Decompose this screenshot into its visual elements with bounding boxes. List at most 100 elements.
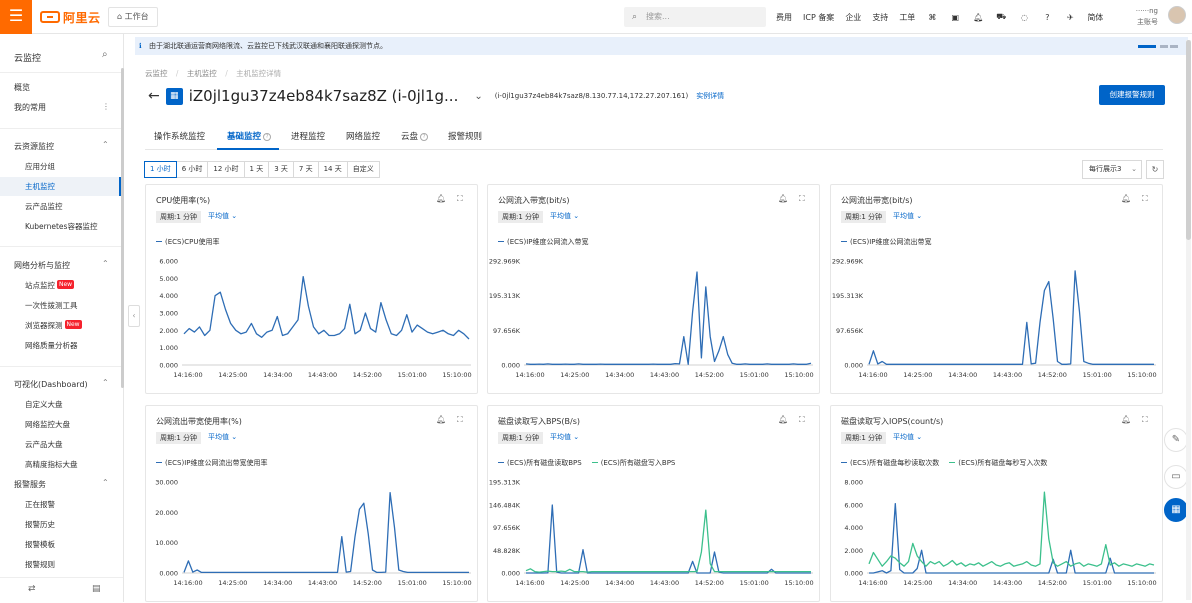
bell-icon[interactable]: 🔔︎ (436, 415, 446, 424)
sidebar-item-network-dashboard[interactable]: 网络监控大盘 (25, 419, 70, 430)
chart-plot[interactable]: 292.969K 195.313K 97.656K 0.00014:16:00 14:2… (488, 247, 821, 395)
aggregation-select[interactable]: 平均值 ⌄ (550, 432, 579, 442)
range-7d[interactable]: 7 天 (292, 161, 319, 178)
chevron-down-icon[interactable]: ⌄ (474, 91, 482, 102)
nav-support[interactable]: 支持 (872, 12, 888, 23)
create-alarm-rule-button[interactable]: 创建报警规则 (1099, 85, 1165, 105)
bell-icon[interactable]: 🔔︎ (778, 415, 788, 424)
sidebar-group-dashboard[interactable]: 可视化(Dashboard) (14, 379, 88, 390)
back-arrow-icon[interactable]: ← (148, 88, 160, 104)
sidebar-item-app-group[interactable]: 应用分组 (25, 161, 55, 172)
chevron-up-icon[interactable]: ⌃ (102, 259, 109, 268)
nav-billing[interactable]: 费用 (776, 12, 792, 23)
aggregation-select[interactable]: 平均值 ⌄ (893, 211, 922, 221)
chart-plot[interactable]: 8.000 6.000 4.000 2.000 0.00014:16:00 14:25:0… (831, 468, 1164, 603)
legend-item[interactable]: (ECS)CPU使用率 (156, 238, 219, 246)
range-custom[interactable]: 自定义 (346, 161, 380, 178)
legend-item[interactable]: (ECS)所有磁盘每秒读取次数 (841, 459, 939, 467)
tab-disk[interactable]: 云盘? (401, 130, 429, 142)
fullscreen-icon[interactable]: ⛶ (1142, 194, 1148, 204)
sidebar-item-cloud-product[interactable]: 云产品监控 (25, 201, 63, 212)
range-1d[interactable]: 1 天 (243, 161, 270, 178)
chevron-up-icon[interactable]: ⌃ (102, 378, 109, 387)
refresh-button[interactable]: ↻ (1146, 160, 1164, 179)
aggregation-select[interactable]: 平均值 ⌄ (550, 211, 579, 221)
sidebar-item-custom-dashboard[interactable]: 自定义大盘 (25, 399, 63, 410)
help-icon[interactable]: ? (1041, 13, 1053, 22)
fullscreen-icon[interactable]: ⛶ (457, 415, 463, 425)
breadcrumb-item[interactable]: 云监控 (145, 69, 168, 78)
page-scrollbar[interactable] (1186, 40, 1191, 600)
range-6h[interactable]: 6 小时 (175, 161, 209, 178)
sidebar-search-icon[interactable]: ⌕ (102, 49, 108, 60)
series-line[interactable] (869, 502, 1154, 574)
sidebar-group-resource[interactable]: 云资源监控 (14, 141, 54, 152)
series-line[interactable] (183, 491, 469, 574)
avatar[interactable] (1168, 6, 1186, 24)
sidebar-item-alarming[interactable]: 正在报警 (25, 499, 55, 510)
legend-item[interactable]: (ECS)IP维度公网流入带宽 (498, 238, 589, 246)
aggregation-select[interactable]: 平均值 ⌄ (208, 211, 237, 221)
bell-icon[interactable]: 🔔︎ (1121, 415, 1131, 424)
menu-icon[interactable]: ☰ (0, 0, 32, 34)
legend-item[interactable]: (ECS)所有磁盘读取BPS (498, 459, 582, 467)
cart-icon[interactable]: ⛟ (995, 12, 1007, 22)
sidebar-item-alarm-rules[interactable]: 报警规则 (25, 559, 55, 570)
sidebar-group-network[interactable]: 网络分析与监控 (14, 260, 70, 271)
cloud-shell-icon[interactable]: ⌘ (926, 13, 938, 22)
search-input[interactable]: ⌕ 搜索... (624, 7, 766, 27)
sidebar-item-overview[interactable]: 概览 (14, 82, 30, 93)
bell-icon[interactable]: 🔔︎ (972, 13, 984, 22)
chevron-up-icon[interactable]: ⌃ (102, 140, 109, 149)
more-icon[interactable]: ⋮ (102, 102, 110, 111)
legend-item[interactable]: (ECS)所有磁盘每秒写入次数 (949, 459, 1047, 467)
range-3d[interactable]: 3 天 (268, 161, 294, 178)
chat-button[interactable]: ▭ (1164, 465, 1188, 489)
range-14d[interactable]: 14 天 (317, 161, 348, 178)
range-1h[interactable]: 1 小时 (144, 161, 177, 178)
nav-enterprise[interactable]: 企业 (845, 12, 861, 23)
legend-item[interactable]: (ECS)IP维度公网流出带宽 (841, 238, 932, 246)
sidebar-item-alarm-history[interactable]: 报警历史 (25, 519, 55, 530)
tab-basic-monitor[interactable]: 基础监控? (227, 130, 272, 142)
bell-icon[interactable]: 🔔︎ (778, 194, 788, 203)
chart-plot[interactable]: 6.000 5.000 4.000 3.000 2.000 1.000 0.00014:16… (146, 247, 479, 395)
sidebar-item-host-monitor[interactable]: 主机监控 (25, 181, 55, 192)
rocket-icon[interactable]: ✈ (1064, 13, 1076, 22)
feedback-edit-button[interactable]: ✎ (1164, 428, 1188, 452)
nav-ticket[interactable]: 工单 (899, 12, 915, 23)
sidebar-item-product-dashboard[interactable]: 云产品大盘 (25, 439, 63, 450)
series-line[interactable] (525, 271, 812, 365)
chart-plot[interactable]: 195.313K 146.484K 97.656K 48.828K 0.00014:16… (488, 468, 821, 603)
legend-item[interactable]: (ECS)所有磁盘写入BPS (591, 459, 675, 467)
sidebar-item-alarm-template[interactable]: 报警模板 (25, 539, 55, 550)
apps-button[interactable]: ▦ (1164, 498, 1188, 522)
tab-alarm-rules[interactable]: 报警规则 (448, 130, 482, 142)
sidebar-group-alarm[interactable]: 报警服务 (14, 479, 46, 490)
banner-pager[interactable] (1138, 45, 1178, 48)
series-line[interactable] (868, 270, 1154, 365)
sidebar-item-browser-probe[interactable]: 浏览器探测 New (25, 320, 82, 331)
series-line[interactable] (183, 275, 470, 340)
sidebar-item-k8s[interactable]: Kubernetes容器监控 (25, 221, 97, 232)
breadcrumb-item[interactable]: 主机监控 (187, 69, 217, 78)
collapse-sidebar-button[interactable]: ‹ (128, 305, 140, 327)
language-switch[interactable]: 简体 (1087, 12, 1103, 23)
bell-icon[interactable]: 🔔︎ (1121, 194, 1131, 203)
doc-icon[interactable]: ▤ (92, 584, 101, 594)
fullscreen-icon[interactable]: ⛶ (799, 194, 805, 204)
chevron-up-icon[interactable]: ⌃ (102, 478, 109, 487)
fullscreen-icon[interactable]: ⛶ (1142, 415, 1148, 425)
instance-detail-link[interactable]: 实例详情 (696, 91, 724, 101)
bell-icon[interactable]: 🔔︎ (436, 194, 446, 203)
sidebar-item-hp-dashboard[interactable]: 高精度指标大盘 (25, 459, 78, 470)
workbench-button[interactable]: ⌂ 工作台 (108, 7, 158, 27)
series-line[interactable] (868, 491, 1155, 567)
sidebar-item-site-monitor[interactable]: 站点监控 New (25, 280, 75, 291)
sidebar-scrollbar[interactable] (121, 68, 124, 388)
user-info[interactable]: ······ng 主账号 (1110, 6, 1158, 30)
sidebar-item-dial-test[interactable]: 一次性拨测工具 (25, 300, 78, 311)
tab-os-monitor[interactable]: 操作系统监控 (154, 130, 205, 142)
sidebar-item-favorites[interactable]: 我的常用 (14, 102, 46, 113)
switch-icon[interactable]: ⇄ (28, 584, 36, 594)
